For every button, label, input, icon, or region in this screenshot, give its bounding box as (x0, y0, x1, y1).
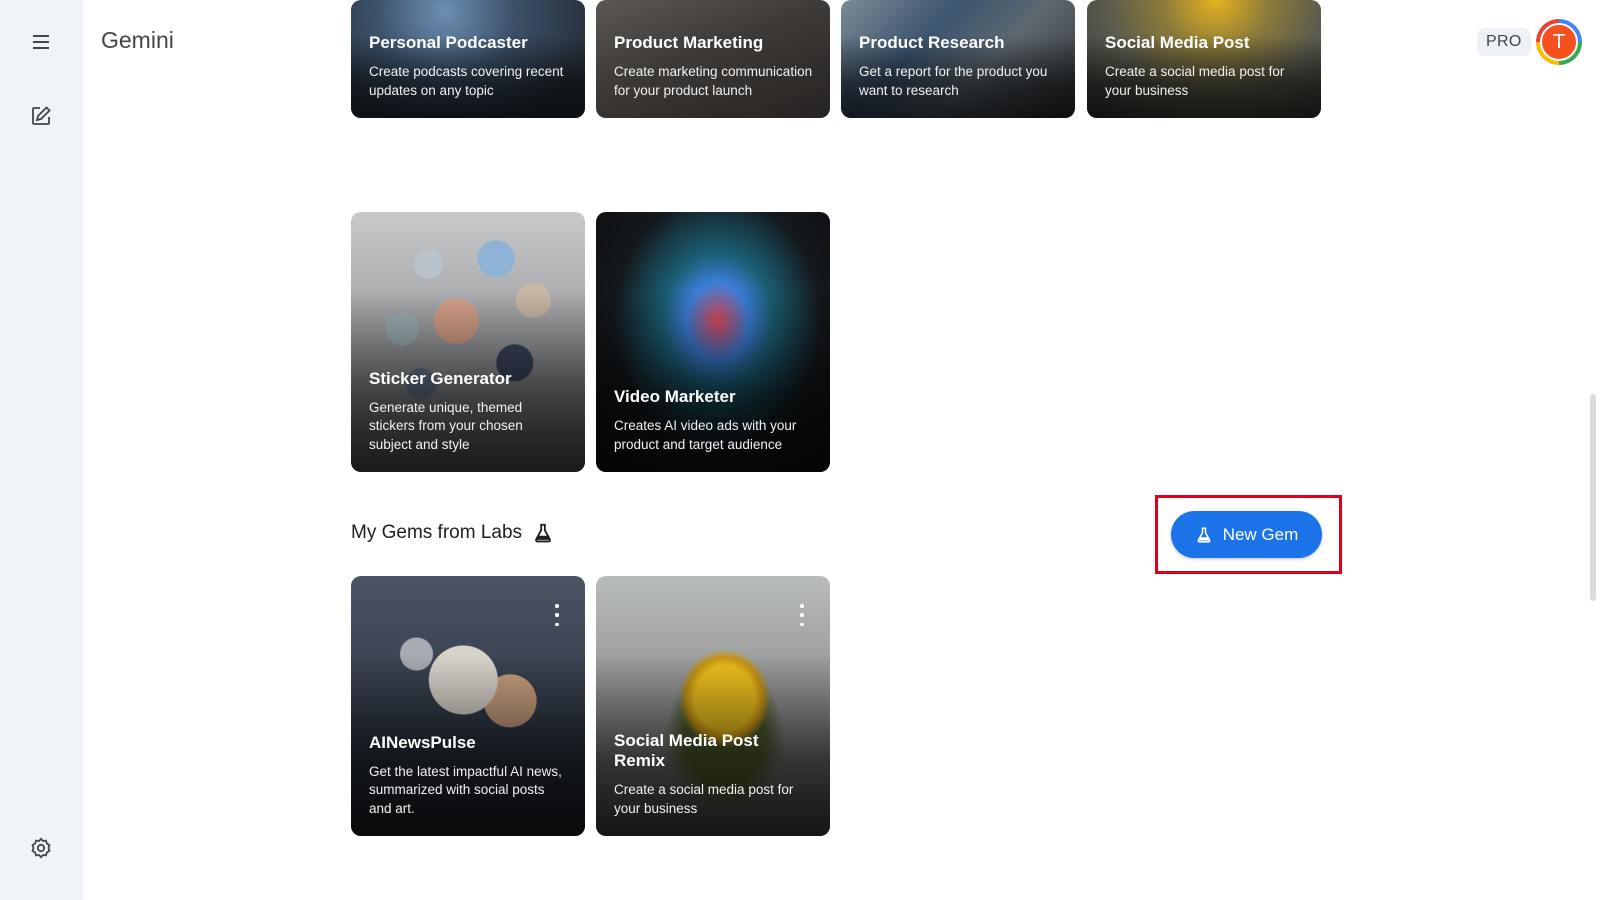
card-desc: Get the latest impactful AI news, summar… (369, 763, 562, 816)
app-title: Gemini (101, 27, 174, 53)
labs-section-heading: My Gems from Labs (351, 522, 554, 544)
settings-icon[interactable] (21, 828, 61, 868)
gem-card-sticker-generator[interactable]: Sticker Generator Generate unique, theme… (351, 212, 585, 472)
card-title: Personal Podcaster (369, 33, 528, 52)
card-desc: Create a social media post for your busi… (1105, 64, 1285, 98)
account-avatar[interactable]: T (1536, 19, 1582, 65)
new-gem-label: New Gem (1222, 524, 1299, 544)
card-desc: Create podcasts covering recent updates … (369, 64, 564, 98)
plan-badge[interactable]: PRO (1477, 28, 1531, 56)
card-desc: Create marketing communication for your … (614, 64, 813, 98)
card-title: Social Media Post Remix (614, 731, 759, 770)
card-desc: Get a report for the product you want to… (859, 64, 1048, 98)
card-title: Sticker Generator (369, 368, 512, 388)
card-desc: Create a social media post for your busi… (614, 782, 794, 816)
gem-card-social-media-post-remix[interactable]: Social Media Post Remix Create a social … (596, 576, 830, 836)
gem-card-ainewspulse[interactable]: AINewsPulse Get the latest impactful AI … (351, 576, 585, 836)
card-title: Social Media Post (1105, 33, 1250, 52)
flask-icon (535, 523, 551, 543)
card-title: AINewsPulse (369, 732, 476, 752)
card-desc: Generate unique, themed stickers from yo… (369, 399, 523, 452)
card-title: Product Research (859, 33, 1005, 52)
card-desc: Creates AI video ads with your product a… (614, 418, 797, 452)
scrollbar[interactable] (1590, 394, 1596, 601)
card-title: Product Marketing (614, 33, 764, 52)
section-title: My Gems from Labs (351, 522, 523, 543)
menu-icon[interactable] (21, 22, 61, 62)
side-rail (0, 0, 83, 900)
gem-card-social-media-post[interactable]: Social Media Post Create a social media … (1087, 0, 1321, 118)
gem-card-video-marketer[interactable]: Video Marketer Creates AI video ads with… (596, 212, 830, 472)
card-title: Video Marketer (614, 387, 736, 406)
more-options-icon[interactable] (792, 604, 812, 626)
gem-card-product-research[interactable]: Product Research Get a report for the pr… (841, 0, 1075, 118)
new-chat-icon[interactable] (21, 96, 61, 136)
avatar-initial: T (1540, 23, 1578, 61)
gem-card-personal-podcaster[interactable]: Personal Podcaster Create podcasts cover… (351, 0, 585, 118)
gem-card-product-marketing[interactable]: Product Marketing Create marketing commu… (596, 0, 830, 118)
more-options-icon[interactable] (547, 604, 567, 626)
new-gem-button[interactable]: New Gem (1171, 511, 1322, 558)
flask-icon (1197, 527, 1211, 543)
